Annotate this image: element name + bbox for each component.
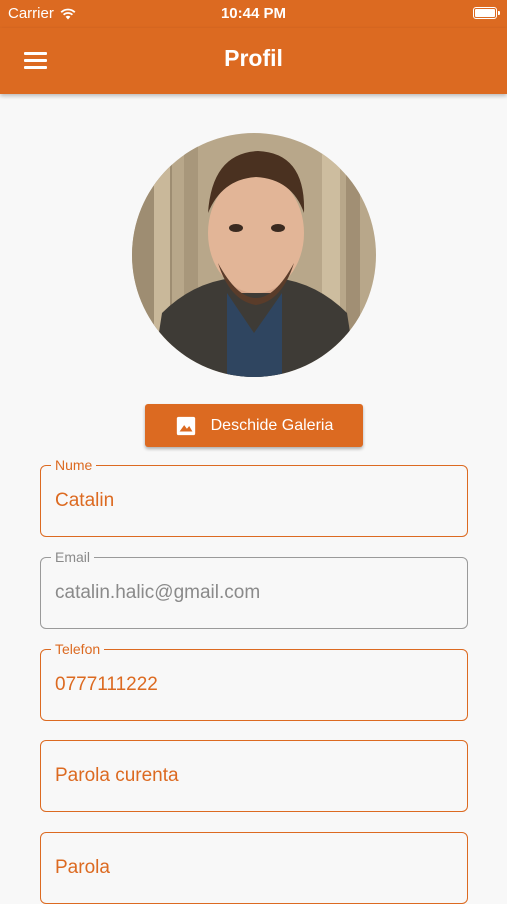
image-icon bbox=[176, 416, 195, 435]
password-field[interactable]: Parola bbox=[40, 832, 468, 904]
open-gallery-button[interactable]: Deschide Galeria bbox=[145, 404, 363, 447]
phone-input[interactable]: 0777111222 bbox=[55, 674, 158, 696]
status-bar: Carrier 10:44 PM bbox=[0, 0, 507, 28]
app-bar: Profil bbox=[0, 28, 507, 94]
status-time: 10:44 PM bbox=[220, 5, 287, 22]
page-title: Profil bbox=[224, 45, 283, 71]
password-input[interactable]: Parola bbox=[55, 857, 110, 879]
email-label: Email bbox=[51, 549, 95, 565]
name-input[interactable]: Catalin bbox=[55, 490, 114, 512]
email-input: catalin.halic@gmail.com bbox=[55, 582, 261, 603]
name-label: Nume bbox=[51, 457, 97, 473]
current-password-input[interactable]: Parola curenta bbox=[55, 765, 179, 787]
current-password-field[interactable]: Parola curenta bbox=[40, 740, 468, 812]
avatar bbox=[132, 133, 376, 377]
email-field: Email catalin.halic@gmail.com bbox=[40, 549, 468, 629]
battery-icon bbox=[473, 7, 500, 19]
phone-label: Telefon bbox=[51, 641, 105, 657]
open-gallery-label: Deschide Galeria bbox=[210, 416, 334, 434]
phone-field[interactable]: Telefon 0777111222 bbox=[40, 641, 468, 721]
name-field[interactable]: Nume Catalin bbox=[40, 457, 468, 537]
